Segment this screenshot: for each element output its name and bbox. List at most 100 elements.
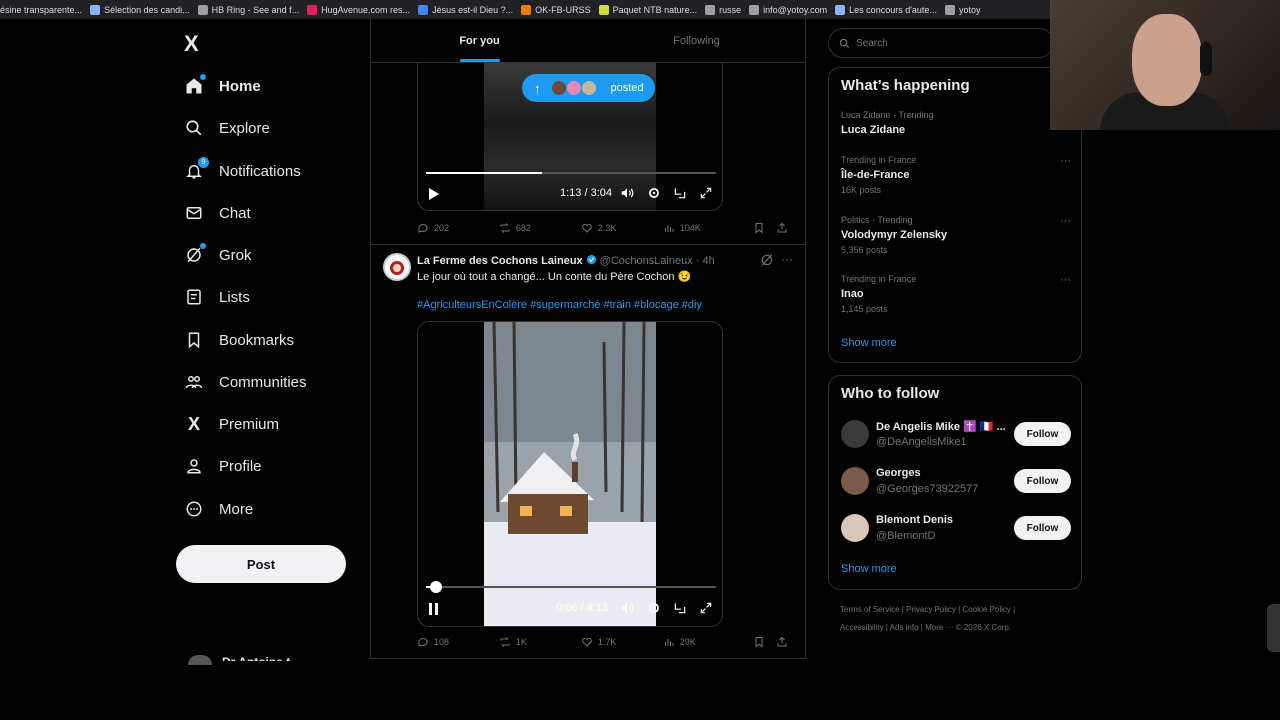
footer-links[interactable]: Accessibility | Ads info | More ··· © 20… [840,623,1011,632]
suggestion-name: Georges [876,467,921,479]
nav-profile[interactable]: Profile [184,449,262,483]
reply-button[interactable]: 108 [417,636,499,648]
tab-following[interactable]: Following [588,19,805,62]
like-button[interactable]: 2.3K [581,222,663,234]
more-options-icon[interactable]: ··· [1060,155,1071,167]
nav-home[interactable]: Home [184,69,261,103]
bookmark-item[interactable]: Paquet NTB nature... [598,4,706,15]
reply-count: 202 [434,223,450,233]
volume-icon[interactable] [620,601,634,615]
settings-icon[interactable] [647,186,661,200]
trend-item[interactable]: Trending in France Inao 1,145 posts ··· [841,274,1071,314]
show-more-link[interactable]: Show more [841,337,897,349]
more-options-icon[interactable]: ··· [1060,215,1071,227]
settings-icon[interactable] [647,601,661,615]
footer-links[interactable]: Terms of Service | Privacy Policy | Cook… [840,605,1015,614]
like-button[interactable]: 1.7K [581,636,663,648]
share-icon[interactable] [776,636,795,648]
pip-icon[interactable] [673,186,687,200]
nav-premium[interactable]: X Premium [184,407,279,441]
bookmark-item[interactable]: OK-FB-URSS [521,4,599,15]
pause-button[interactable] [428,602,440,616]
nav-lists[interactable]: Lists [184,280,250,314]
more-options-icon[interactable]: ··· [781,252,793,266]
views-button[interactable]: 104K [663,222,745,234]
trend-title: Inao [841,288,864,300]
account-name[interactable]: Dr Antoine t [222,655,302,661]
fullscreen-icon[interactable] [699,186,713,200]
post-button[interactable]: Post [176,545,346,583]
nav-more[interactable]: More [184,492,253,526]
suggestion-name: Blemont Denis [876,514,954,526]
avatar[interactable] [841,467,869,495]
nav-grok[interactable]: Grok [184,238,252,272]
bookmark-item[interactable]: Jésus est-il Dieu ?... [418,4,521,15]
author-name[interactable]: La Ferme des Cochons Laineux [417,255,583,267]
bookmark-label: info@yotoy.com [763,4,828,15]
follow-button[interactable]: Follow [1014,516,1071,540]
reply-button[interactable]: 202 [417,222,499,234]
posted-label: posted [610,82,644,94]
repost-button[interactable]: 1K [499,636,581,648]
bookmark-item[interactable]: Sélection des candi... [90,4,198,15]
avatar[interactable] [841,420,869,448]
search-input[interactable]: Search [828,28,1054,58]
tweet-actions: 202 682 2.3K 104K [417,222,795,234]
time-ago[interactable]: 4h [702,255,714,267]
grok-icon[interactable] [760,253,774,272]
hashtags[interactable]: #AgriculteursEnColère #supermarché #trai… [417,299,702,311]
author-handle[interactable]: @CochonsLaineux [600,255,693,267]
pip-icon[interactable] [673,601,687,615]
bookmark-item[interactable]: ésine transparente... [0,5,90,15]
bookmark-favicon-icon [197,4,208,15]
trend-item[interactable]: Trending in France Île-de-France 16K pos… [841,155,1071,195]
account-avatar[interactable] [188,655,212,665]
trend-item[interactable]: Luca Zidane · Trending Luca Zidane [841,110,1071,136]
bookmark-icon[interactable] [753,222,776,234]
bookmark-favicon-icon [835,4,846,15]
webcam-overlay [1050,0,1280,130]
show-more-link[interactable]: Show more [841,563,897,575]
avatar[interactable] [841,514,869,542]
side-panel-handle[interactable] [1267,604,1280,652]
bookmark-item[interactable]: yotoy [944,4,989,15]
suggestion-handle: @DeAngelisMike1 [876,436,967,448]
tweet-actions: 108 1K 1.7K 29K [417,636,795,648]
follow-suggestion[interactable]: De Angelis Mike ✝️ 🇫🇷 ... @DeAngelisMike… [841,416,1071,452]
nav-notifications[interactable]: 9 Notifications [184,154,301,188]
share-icon[interactable] [776,222,795,234]
avatar[interactable] [383,253,411,281]
bookmark-item[interactable]: HB Ring - See and f... [197,4,308,15]
views-button[interactable]: 29K [663,636,745,648]
bookmark-item[interactable]: info@yotoy.com [749,4,835,15]
follow-suggestion[interactable]: Georges @Georges73922577 Follow [841,463,1071,499]
new-posts-pill[interactable]: ↑ posted [522,74,655,102]
video-progress-fill [426,172,542,174]
bookmark-item[interactable]: HugAvenue.com res... [307,4,418,15]
video-progress-bar[interactable] [426,586,716,588]
bookmark-label: yotoy [958,4,981,15]
follow-button[interactable]: Follow [1014,422,1071,446]
follow-button[interactable]: Follow [1014,469,1071,493]
search-placeholder: Search [856,37,888,49]
video-scrubber[interactable] [430,581,442,593]
more-options-icon[interactable]: ··· [1060,274,1071,286]
video-player[interactable]: 0:06 / 4:13 [417,321,723,627]
nav-chat[interactable]: Chat [184,196,251,230]
bookmark-icon[interactable] [753,636,776,648]
bookmark-item[interactable]: russe [705,4,749,15]
bookmark-item[interactable]: Les concours d'aute... [835,4,945,15]
repost-button[interactable]: 682 [499,222,581,234]
nav-explore[interactable]: Explore [184,111,270,145]
volume-icon[interactable] [620,186,634,200]
nav-bookmarks[interactable]: Bookmarks [184,323,294,357]
play-button[interactable] [428,187,440,201]
follow-suggestion[interactable]: Blemont Denis @BlemontD Follow [841,510,1071,546]
trend-item[interactable]: Politics · Trending Volodymyr Zelensky 5… [841,215,1071,255]
x-logo[interactable]: X [184,31,199,57]
tab-for-you[interactable]: For you [371,19,588,62]
fullscreen-icon[interactable] [699,601,713,615]
nav-communities[interactable]: Communities [184,365,307,399]
video-progress-bar[interactable] [426,172,716,174]
nav-premium-label: Premium [219,415,280,433]
